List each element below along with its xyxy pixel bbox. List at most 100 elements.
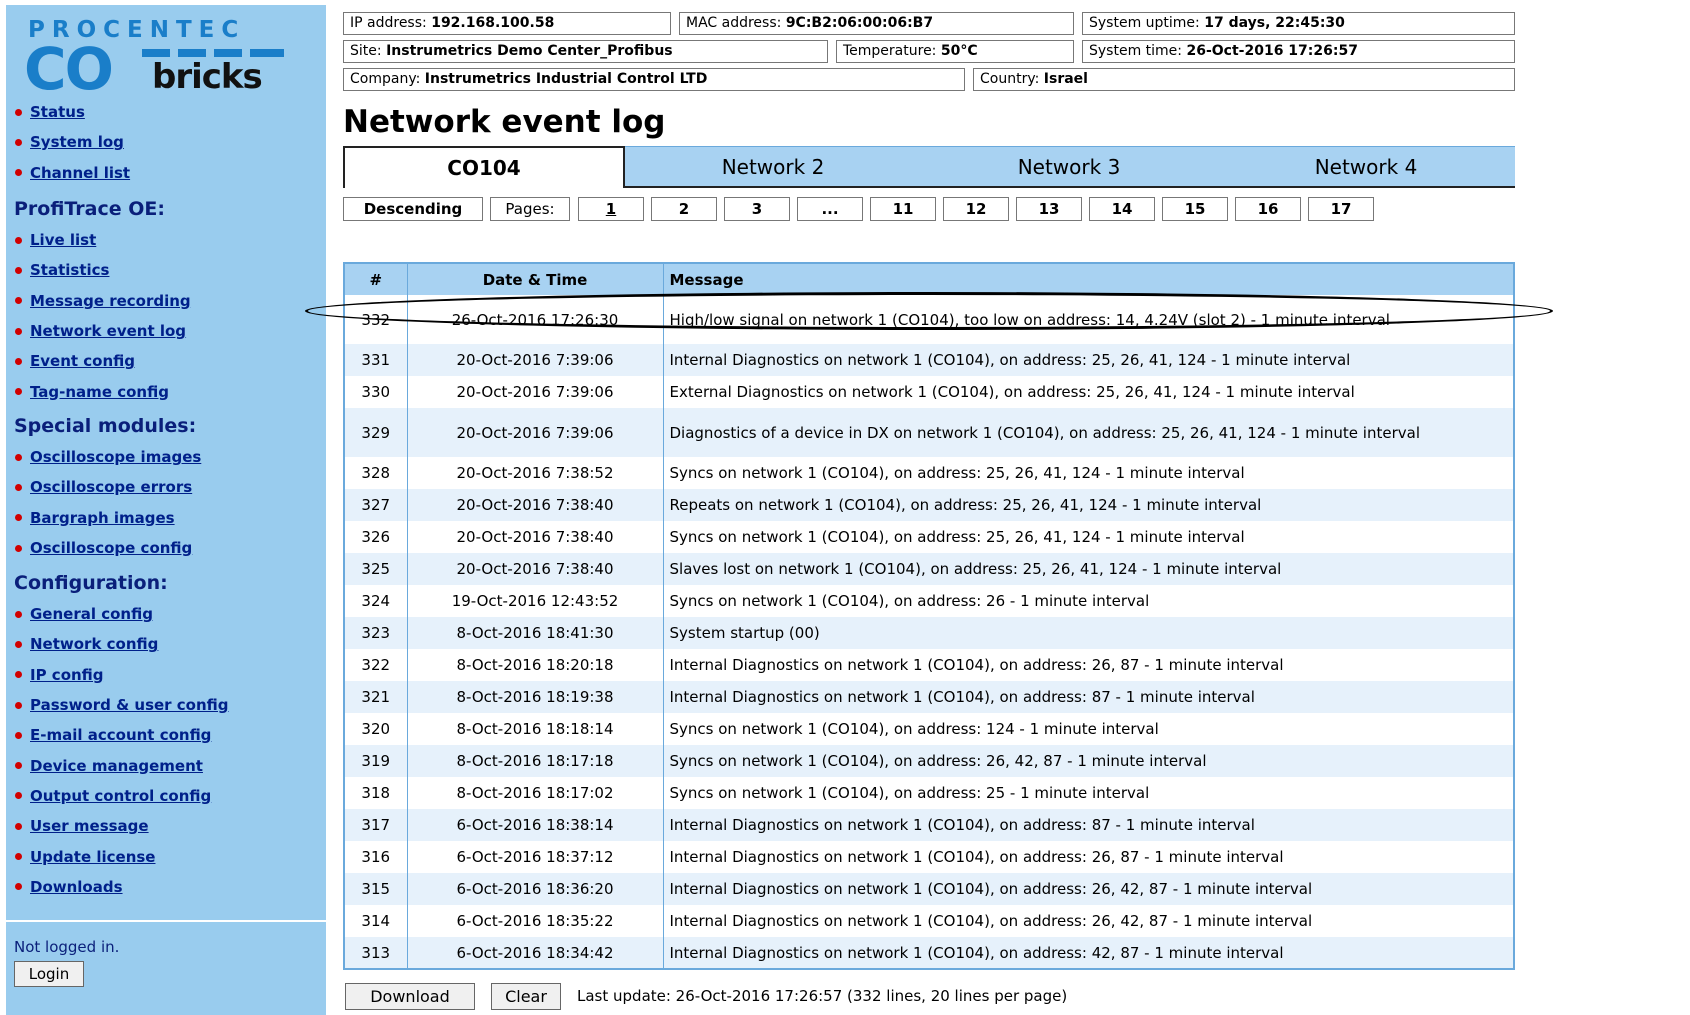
cell-date-time: 6-Oct-2016 18:36:20	[407, 873, 664, 905]
bullet-icon	[15, 640, 22, 648]
sidebar-link-downloads[interactable]: Downloads	[30, 878, 123, 896]
sidebar-item-oscilloscope-errors[interactable]: Oscilloscope errors	[6, 472, 326, 502]
sidebar-link-update-license[interactable]: Update license	[30, 848, 155, 866]
sidebar-link-status[interactable]: Status	[30, 103, 85, 121]
sidebar-divider	[6, 920, 326, 922]
sidebar-item-oscilloscope-images[interactable]: Oscilloscope images	[6, 442, 326, 472]
sidebar-item-network-config[interactable]: Network config	[6, 629, 326, 659]
cell-number: 317	[344, 809, 408, 841]
cell-message: Syncs on network 1 (CO104), on address: …	[663, 713, 1515, 745]
page-link-14[interactable]: 14	[1089, 197, 1155, 221]
table-row: 331 20-Oct-2016 7:39:06 Internal Diagnosti…	[344, 344, 1515, 376]
ip-address-value: 192.168.100.58	[431, 15, 555, 31]
sidebar-link-tag-name-config[interactable]: Tag-name config	[30, 383, 169, 401]
sidebar-item-ip-config[interactable]: IP config	[6, 660, 326, 690]
sidebar-item-user-message[interactable]: User message	[6, 811, 326, 841]
sidebar-item-channel-list[interactable]: Channel list	[6, 158, 326, 188]
sidebar-item-status[interactable]: Status	[6, 97, 326, 127]
sidebar-link-e-mail-account-config[interactable]: E-mail account config	[30, 726, 211, 744]
company-label: Company:	[350, 71, 421, 87]
sidebar-link-network-config[interactable]: Network config	[30, 635, 158, 653]
tab-network-3[interactable]: Network 3	[921, 146, 1217, 188]
cell-message: Internal Diagnostics on network 1 (CO104…	[663, 905, 1515, 937]
sort-order-button[interactable]: Descending	[343, 197, 483, 221]
system-uptime-box: System uptime: 17 days, 22:45:30	[1082, 12, 1515, 35]
sidebar-item-statistics[interactable]: Statistics	[6, 255, 326, 285]
sidebar-link-output-control-config[interactable]: Output control config	[30, 787, 211, 805]
cell-number: 328	[344, 457, 408, 489]
sidebar-link-event-config[interactable]: Event config	[30, 352, 135, 370]
sidebar-link-message-recording[interactable]: Message recording	[30, 292, 191, 310]
column-header-message: Message	[663, 263, 1515, 295]
event-log-body: 332 26-Oct-2016 17:26:30 High/low signal o…	[344, 295, 1515, 969]
sidebar-item-tag-name-config[interactable]: Tag-name config	[6, 376, 326, 406]
cell-number: 330	[344, 376, 408, 408]
sidebar-link-bargraph-images[interactable]: Bargraph images	[30, 509, 175, 527]
page-link-2[interactable]: 2	[651, 197, 717, 221]
table-row: 332 26-Oct-2016 17:26:30 High/low signal o…	[344, 295, 1515, 344]
sidebar-link-system-log[interactable]: System log	[30, 133, 124, 151]
sidebar-item-general-config[interactable]: General config	[6, 599, 326, 629]
bullet-icon	[15, 671, 22, 679]
tab-network-2[interactable]: Network 2	[625, 146, 921, 188]
sidebar-item-update-license[interactable]: Update license	[6, 841, 326, 871]
sidebar-item-password-and-user-config[interactable]: Password & user config	[6, 690, 326, 720]
sidebar-link-network-event-log[interactable]: Network event log	[30, 322, 186, 340]
login-button[interactable]: Login	[14, 961, 84, 987]
sidebar-link-user-message[interactable]: User message	[30, 817, 149, 835]
page-link-11[interactable]: 11	[870, 197, 936, 221]
sidebar-item-message-recording[interactable]: Message recording	[6, 286, 326, 316]
page-link-12[interactable]: 12	[943, 197, 1009, 221]
sidebar-item-e-mail-account-config[interactable]: E-mail account config	[6, 720, 326, 750]
cell-number: 329	[344, 408, 408, 457]
cell-number: 321	[344, 681, 408, 713]
system-time-label: System time:	[1089, 43, 1183, 59]
sidebar-link-oscilloscope-images[interactable]: Oscilloscope images	[30, 448, 201, 466]
sidebar-item-device-management[interactable]: Device management	[6, 750, 326, 780]
page-link-17[interactable]: 17	[1308, 197, 1374, 221]
bullet-icon	[15, 610, 22, 618]
tab-co104[interactable]: CO104	[343, 146, 625, 188]
download-button[interactable]: Download	[345, 983, 475, 1010]
clear-button[interactable]: Clear	[491, 983, 561, 1010]
sidebar-link-oscilloscope-errors[interactable]: Oscilloscope errors	[30, 478, 192, 496]
sidebar-link-channel-list[interactable]: Channel list	[30, 164, 130, 182]
table-row: 316 6-Oct-2016 18:37:12 Internal Diagnosti…	[344, 841, 1515, 873]
sidebar-item-event-config[interactable]: Event config	[6, 346, 326, 376]
table-row: 327 20-Oct-2016 7:38:40 Repeats on network…	[344, 489, 1515, 521]
page-link-1[interactable]: 1	[578, 197, 644, 221]
cell-date-time: 20-Oct-2016 7:39:06	[407, 344, 664, 376]
sidebar-link-password-and-user-config[interactable]: Password & user config	[30, 696, 229, 714]
sidebar-item-oscilloscope-config[interactable]: Oscilloscope config	[6, 533, 326, 563]
bullet-icon	[15, 357, 22, 365]
sidebar-item-live-list[interactable]: Live list	[6, 225, 326, 255]
page-link-15[interactable]: 15	[1162, 197, 1228, 221]
cell-date-time: 20-Oct-2016 7:38:40	[407, 521, 664, 553]
event-log-table: # Date & Time Message 332 26-Oct-2016 17:…	[343, 262, 1515, 970]
sidebar-link-ip-config[interactable]: IP config	[30, 666, 104, 684]
tab-network-4[interactable]: Network 4	[1217, 146, 1515, 188]
cell-date-time: 20-Oct-2016 7:38:40	[407, 489, 664, 521]
sidebar-link-general-config[interactable]: General config	[30, 605, 153, 623]
sidebar-link-statistics[interactable]: Statistics	[30, 261, 109, 279]
configuration-heading: Configuration:	[14, 572, 168, 594]
page-link-13[interactable]: 13	[1016, 197, 1082, 221]
cell-date-time: 6-Oct-2016 18:37:12	[407, 841, 664, 873]
cell-message: Internal Diagnostics on network 1 (CO104…	[663, 344, 1515, 376]
cell-number: 314	[344, 905, 408, 937]
page-link-16[interactable]: 16	[1235, 197, 1301, 221]
sidebar-item-downloads[interactable]: Downloads	[6, 872, 326, 902]
sidebar-link-live-list[interactable]: Live list	[30, 231, 96, 249]
sidebar-link-oscilloscope-config[interactable]: Oscilloscope config	[30, 539, 192, 557]
sidebar-item-system-log[interactable]: System log	[6, 127, 326, 157]
sidebar-item-network-event-log[interactable]: Network event log	[6, 316, 326, 346]
cell-number: 319	[344, 745, 408, 777]
table-row: 323 8-Oct-2016 18:41:30 System startup (00…	[344, 617, 1515, 649]
sidebar-link-device-management[interactable]: Device management	[30, 757, 203, 775]
cell-date-time: 6-Oct-2016 18:35:22	[407, 905, 664, 937]
sidebar-item-bargraph-images[interactable]: Bargraph images	[6, 503, 326, 533]
cell-number: 327	[344, 489, 408, 521]
sidebar-item-output-control-config[interactable]: Output control config	[6, 781, 326, 811]
page-link-3[interactable]: 3	[724, 197, 790, 221]
system-time-box: System time: 26-Oct-2016 17:26:57	[1082, 40, 1515, 63]
